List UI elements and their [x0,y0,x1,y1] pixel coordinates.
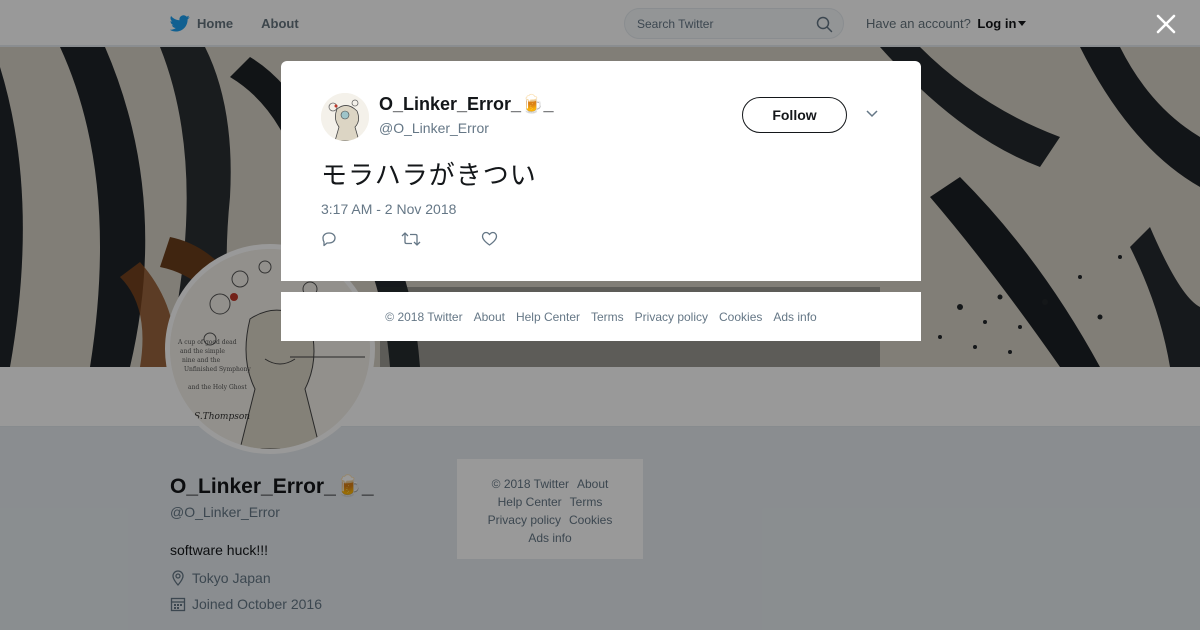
modal-footer-copyright: © 2018 Twitter [385,309,463,324]
retweet-action[interactable] [401,231,481,251]
chevron-down-icon[interactable] [865,109,879,119]
follow-button[interactable]: Follow [742,97,847,133]
modal-footer: © 2018 Twitter About Help Center Terms P… [281,292,921,341]
modal-footer-cookies[interactable]: Cookies [719,310,762,324]
reply-action[interactable] [321,231,401,251]
tweet-text: モラハラがきつい [321,161,537,191]
close-icon[interactable] [1154,12,1178,36]
tweet-author-handle[interactable]: @O_Linker_Error [379,120,489,136]
tweet-actions [321,231,561,251]
retweet-icon[interactable] [401,231,421,247]
reply-icon[interactable] [321,231,337,247]
heart-icon[interactable] [481,231,498,247]
modal-footer-about[interactable]: About [474,310,505,324]
modal-footer-ads[interactable]: Ads info [773,310,816,324]
tweet-timestamp[interactable]: 3:17 AM - 2 Nov 2018 [321,201,456,217]
like-action[interactable] [481,231,561,251]
tweet-author-name[interactable]: O_Linker_Error_🍺_ [379,94,554,115]
tweet-avatar-illustration [321,93,369,141]
modal-footer-terms[interactable]: Terms [591,310,624,324]
tweet-author-avatar[interactable] [321,93,369,141]
modal-footer-help[interactable]: Help Center [516,310,580,324]
modal-footer-privacy[interactable]: Privacy policy [635,310,708,324]
tweet-modal: O_Linker_Error_🍺_ @O_Linker_Error Follow… [281,61,921,281]
